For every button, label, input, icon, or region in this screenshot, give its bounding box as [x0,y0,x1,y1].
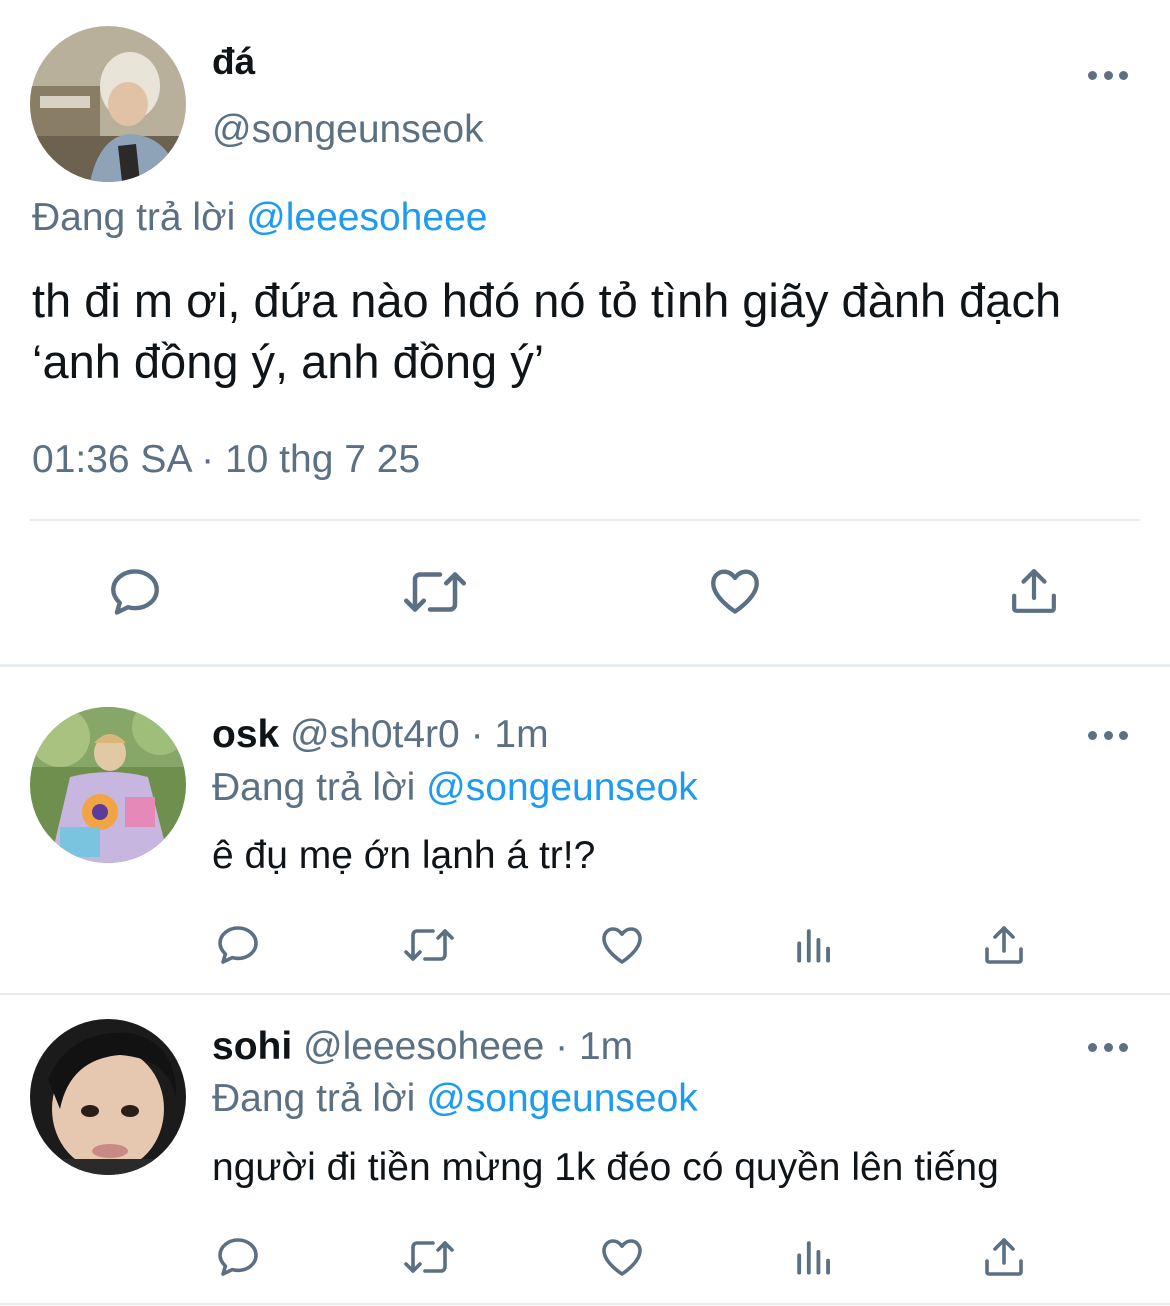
reply-tweet-text: ê đụ mẹ ớn lạnh á tr!? [212,834,596,877]
reply-avatar[interactable] [30,707,186,863]
dot-separator: · [555,1025,569,1068]
share-icon[interactable] [980,921,1028,969]
main-more-icon[interactable] [1088,69,1128,81]
reply-avatar[interactable] [30,1019,186,1175]
like-icon[interactable] [597,921,647,969]
analytics-icon[interactable] [792,923,834,967]
main-divider [30,519,1140,521]
reply-icon[interactable] [106,563,164,621]
reply-replying-line: Đang trả lời @songeunseok [212,1075,698,1123]
reply-more-icon[interactable] [1088,729,1128,741]
main-author-name[interactable]: đá [212,40,255,84]
replying-prefix: Đang trả lời [212,766,416,809]
reply-author-handle[interactable]: @leeesoheee [303,1025,544,1068]
replying-to-link[interactable]: @songeunseok [426,1077,698,1120]
main-timestamp[interactable]: 01:36 SA · 10 thg 7 25 [32,436,420,484]
section-divider [0,664,1170,667]
reply-header: sohi @leeesoheee · 1m [212,1023,633,1071]
retweet-icon[interactable] [400,562,470,622]
retweet-icon[interactable] [400,1233,458,1281]
retweet-icon[interactable] [400,921,458,969]
reply-time[interactable]: 1m [579,1025,633,1068]
reply-author-handle[interactable]: @sh0t4r0 [290,713,460,756]
reply-tweet-text: người đi tiền mừng 1k đéo có quyền lên t… [212,1146,999,1189]
replying-to-link[interactable]: @leeesoheee [246,196,487,239]
like-icon[interactable] [597,1233,647,1281]
replying-to-link[interactable]: @songeunseok [426,766,698,809]
replying-prefix: Đang trả lời [32,196,236,239]
reply-author-name[interactable]: osk [212,713,279,756]
analytics-icon[interactable] [792,1235,834,1279]
reply-divider [0,993,1170,995]
dot-separator: · [470,713,484,756]
main-author-handle[interactable]: @songeunseok [212,106,484,154]
reply-replying-line: Đang trả lời @songeunseok [212,764,698,812]
share-icon[interactable] [980,1233,1028,1281]
main-tweet-text: th đi m ơi, đứa nào hđó nó tỏ tình giãy … [32,274,1062,388]
main-replying-line: Đang trả lời @leeesoheee [32,194,487,242]
replying-prefix: Đang trả lời [212,1077,416,1120]
reply-time[interactable]: 1m [494,713,548,756]
main-avatar[interactable] [30,26,186,182]
share-icon[interactable] [1006,563,1062,619]
reply-author-name[interactable]: sohi [212,1025,292,1068]
reply-icon[interactable] [214,921,262,969]
reply-icon[interactable] [214,1233,262,1281]
reply-header: osk @sh0t4r0 · 1m [212,711,549,759]
reply-more-icon[interactable] [1088,1041,1128,1053]
reply-divider [0,1303,1170,1305]
like-icon[interactable] [705,562,765,620]
